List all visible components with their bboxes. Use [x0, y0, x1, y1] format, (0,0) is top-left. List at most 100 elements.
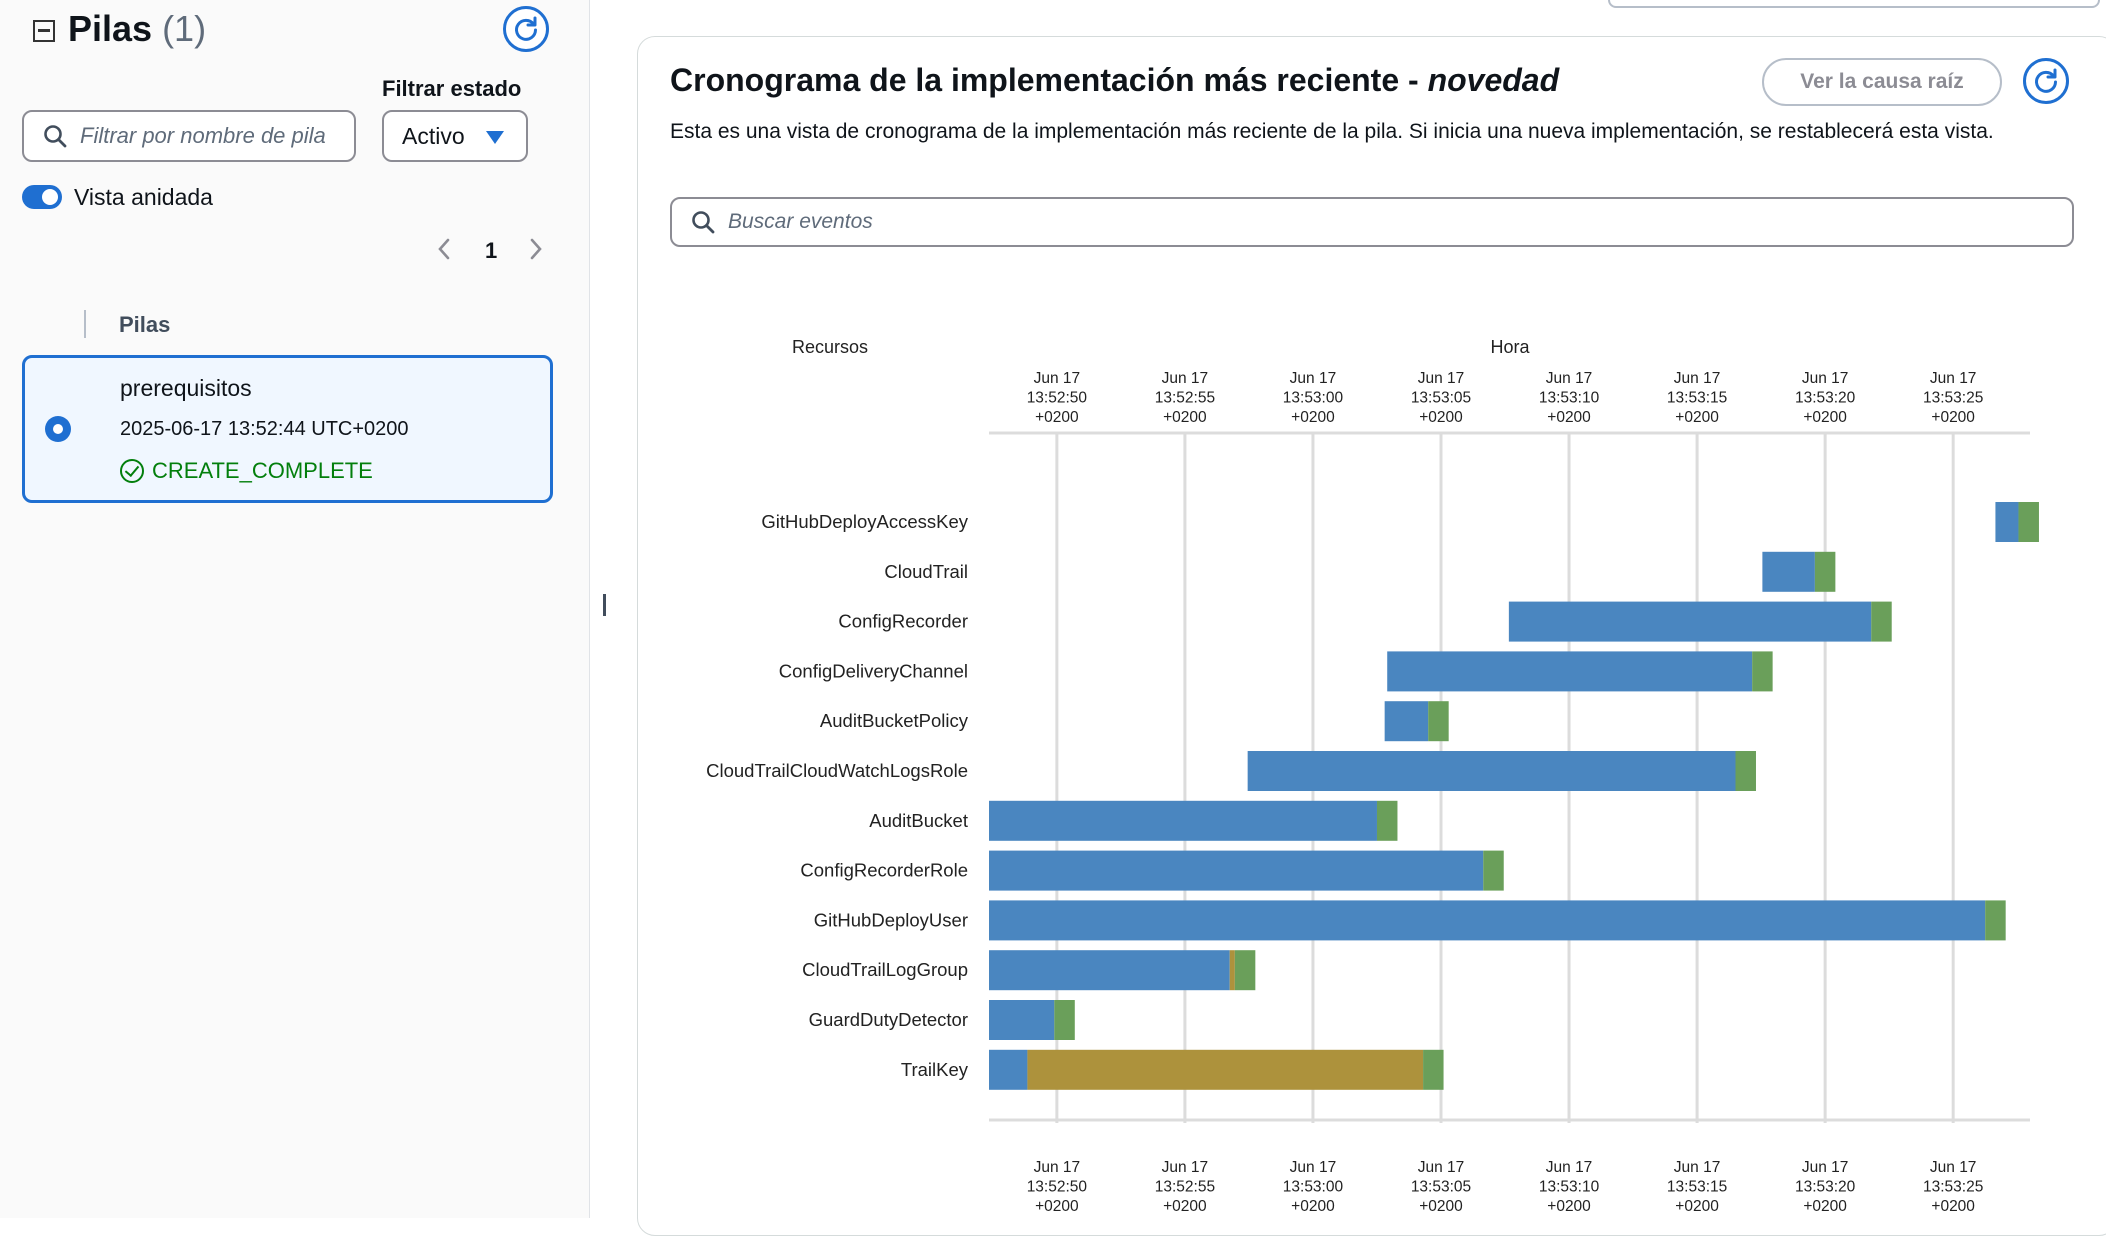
tick-label-bottom: +0200	[1035, 1198, 1079, 1215]
timeline-bar-in-progress	[1762, 551, 1815, 592]
timeline-bar-waiting	[1229, 950, 1235, 991]
tick-label-top: Jun 17	[1674, 370, 1721, 387]
tick-label-top: 13:53:15	[1667, 390, 1727, 407]
timeline-bar-complete	[1428, 701, 1449, 742]
timeline-bar-complete	[1752, 651, 1773, 692]
stack-status-text: CREATE_COMPLETE	[152, 458, 373, 483]
deployment-timeline-chart: Recursos Hora Jun 17 Jun 17 13:52:50 13:52:50…	[706, 337, 2039, 1215]
timeline-bar-complete	[1735, 751, 1756, 791]
tick-label-top: Jun 17	[1290, 370, 1337, 387]
tick-label-bottom: 13:52:50	[1027, 1179, 1088, 1196]
resource-label: CloudTrail	[884, 561, 968, 582]
event-search-input[interactable]: Buscar eventos	[670, 197, 2074, 247]
time-column-label: Hora	[1490, 337, 1530, 357]
success-check-icon	[120, 459, 144, 483]
tick-label-bottom: +0200	[1291, 1198, 1335, 1215]
resource-label: GuardDutyDetector	[809, 1009, 968, 1030]
tick-label-top: Jun 17	[1802, 370, 1849, 387]
timeline-stack-name: novedad	[1427, 62, 1560, 98]
tick-label-top: 13:53:10	[1539, 390, 1600, 407]
nested-view-toggle[interactable]	[22, 185, 62, 209]
top-partial-field	[1608, 0, 2100, 8]
timeline-bar-complete	[1985, 900, 2006, 941]
page-number[interactable]: 1	[485, 238, 497, 264]
resource-label: AuditBucket	[869, 810, 968, 831]
tick-label-top: Jun 17	[1546, 370, 1593, 387]
stack-card[interactable]: prerequisitos 2025-06-17 13:52:44 UTC+02…	[22, 355, 553, 503]
tick-label-bottom: 13:53:15	[1667, 1179, 1727, 1196]
chevron-right-icon	[530, 238, 542, 260]
panel-title-text: Pilas	[68, 8, 153, 49]
tick-label-bottom: 13:52:55	[1155, 1179, 1215, 1196]
refresh-stacks-button[interactable]	[503, 6, 549, 52]
stack-status: CREATE_COMPLETE	[120, 458, 373, 484]
collapse-icon[interactable]	[33, 20, 55, 42]
timeline-bar-in-progress	[1387, 651, 1753, 692]
timeline-bar-in-progress	[989, 1049, 1028, 1090]
view-root-cause-button[interactable]: Ver la causa raíz	[1762, 58, 2002, 106]
next-page-button[interactable]	[528, 236, 544, 269]
status-select-value: Activo	[402, 122, 465, 149]
tick-label-bottom: Jun 17	[1162, 1159, 1209, 1176]
tick-label-top: +0200	[1931, 409, 1975, 426]
stack-filter-input[interactable]: Filtrar por nombre de pila	[22, 110, 356, 162]
filter-status-label: Filtrar estado	[382, 76, 522, 101]
tick-label-top: Jun 17	[1418, 370, 1465, 387]
resource-label: ConfigRecorderRole	[800, 860, 968, 881]
timeline-bar-in-progress	[989, 1000, 1055, 1040]
timeline-bar-complete	[2018, 502, 2039, 542]
resource-label: CloudTrailCloudWatchLogsRole	[706, 760, 968, 781]
timeline-bar-complete	[1054, 1000, 1075, 1040]
tick-label-bottom: 13:53:05	[1411, 1179, 1471, 1196]
refresh-icon	[2035, 68, 2057, 93]
tick-label-top: 13:53:00	[1283, 390, 1344, 407]
tick-label-bottom: +0200	[1163, 1198, 1207, 1215]
tick-label-bottom: Jun 17	[1802, 1159, 1849, 1176]
panel-resize-handle[interactable]	[603, 594, 606, 616]
tick-label-top: +0200	[1547, 409, 1591, 426]
tick-label-top: +0200	[1675, 409, 1719, 426]
resource-label: GitHubDeployAccessKey	[761, 511, 968, 532]
stacks-column-header: Pilas	[119, 312, 171, 337]
timeline-bar-complete	[1423, 1049, 1444, 1090]
tick-label-top: 13:53:05	[1411, 390, 1471, 407]
tick-label-top: +0200	[1803, 409, 1847, 426]
panel-title: Pilas (1)	[68, 8, 206, 50]
resource-label: CloudTrailLogGroup	[802, 959, 968, 980]
tick-label-bottom: 13:53:00	[1283, 1179, 1344, 1196]
timeline-description: Esta es una vista de cronograma de la im…	[670, 120, 1994, 143]
tick-label-bottom: +0200	[1803, 1198, 1847, 1215]
tick-label-bottom: 13:53:20	[1795, 1179, 1856, 1196]
refresh-timeline-button[interactable]	[2023, 58, 2069, 104]
tick-label-bottom: Jun 17	[1034, 1159, 1081, 1176]
timeline-bar-in-progress	[989, 900, 1986, 941]
caret-down-icon	[486, 131, 504, 144]
timeline-bar-in-progress	[1508, 601, 1872, 642]
stack-radio[interactable]	[45, 416, 71, 442]
previous-page-button[interactable]	[436, 236, 452, 269]
stack-created-time: 2025-06-17 13:52:44 UTC+0200	[120, 418, 409, 440]
nested-view-label: Vista anidada	[74, 184, 213, 210]
chevron-left-icon	[438, 238, 450, 260]
search-icon	[692, 211, 715, 234]
tick-label-bottom: Jun 17	[1674, 1159, 1721, 1176]
timeline-title: Cronograma de la implementación más reci…	[670, 62, 1559, 99]
timeline-bar-in-progress	[989, 850, 1484, 891]
timeline-bar-in-progress	[1384, 701, 1429, 742]
tick-label-top: +0200	[1163, 409, 1207, 426]
tick-label-bottom: Jun 17	[1290, 1159, 1337, 1176]
timeline-bar-waiting	[1027, 1049, 1424, 1090]
search-icon	[44, 125, 67, 148]
resource-label: ConfigRecorder	[838, 611, 968, 632]
refresh-icon	[515, 16, 537, 41]
stack-count: (1)	[162, 8, 207, 49]
tick-label-bottom: 13:53:10	[1539, 1179, 1600, 1196]
timeline-bar-complete	[1234, 950, 1256, 991]
tick-label-bottom: 13:53:25	[1923, 1179, 1983, 1196]
stack-name: prerequisitos	[120, 375, 252, 401]
timeline-bar-in-progress	[989, 800, 1377, 841]
timeline-bar-complete	[1871, 601, 1892, 642]
tick-label-bottom: Jun 17	[1418, 1159, 1465, 1176]
status-select[interactable]: Activo	[382, 110, 528, 162]
tick-label-top: +0200	[1419, 409, 1463, 426]
